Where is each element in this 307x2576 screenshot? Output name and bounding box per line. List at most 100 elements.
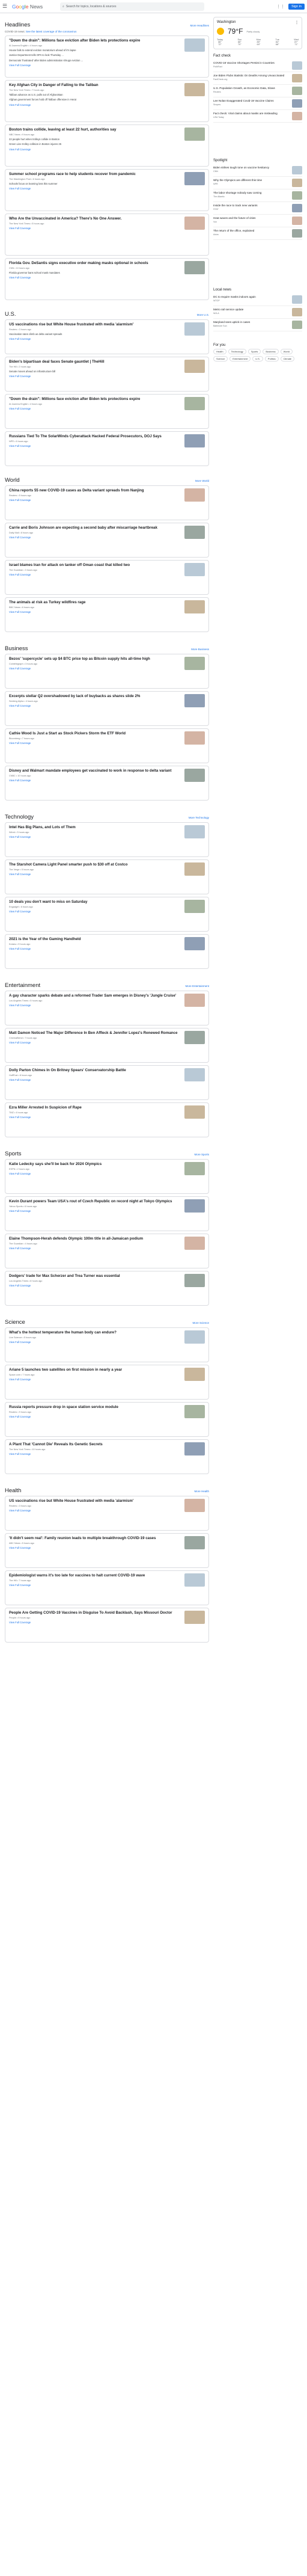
story-title[interactable]: Key Afghan City in Danger of Falling to … [9, 83, 99, 88]
story-image[interactable] [184, 825, 205, 838]
side-item-title[interactable]: DC to require masks indoors again [213, 295, 256, 299]
story-image[interactable] [184, 1442, 205, 1456]
full-coverage-link[interactable]: View Full Coverage [9, 1004, 176, 1007]
full-coverage-link[interactable]: View Full Coverage [9, 1116, 82, 1119]
full-coverage-link[interactable]: View Full Coverage [9, 779, 171, 782]
more-link[interactable]: More Business [191, 648, 209, 651]
full-coverage-link[interactable]: View Full Coverage [9, 103, 99, 106]
full-coverage-link[interactable]: View Full Coverage [9, 1621, 172, 1624]
story-image[interactable] [184, 217, 205, 230]
story-title[interactable]: Ezra Miller Arrested In Suspicion of Rap… [9, 1105, 82, 1110]
story-image[interactable] [184, 83, 205, 96]
side-item-title[interactable]: The return of the office, explained [213, 229, 254, 233]
side-item-title[interactable]: Lee Nolan Exaggerated Covid-19 Vaccine C… [213, 99, 274, 103]
full-coverage-link[interactable]: View Full Coverage [9, 667, 150, 670]
story-image[interactable] [184, 128, 205, 141]
weather-card[interactable]: Washington ⋮ 79°F Partly cloudy Today 86° 72° S… [213, 17, 302, 49]
related-story[interactable]: Vaccination rates climb as delta variant… [9, 333, 133, 336]
full-coverage-link[interactable]: View Full Coverage [9, 1247, 143, 1250]
story-title[interactable]: "Down the drain": Millions face eviction… [9, 397, 140, 402]
full-coverage-link[interactable]: View Full Coverage [9, 64, 140, 67]
related-story[interactable]: Taliban advance as U.S. pulls out of Afg… [9, 93, 99, 96]
story-image[interactable] [184, 488, 205, 502]
topic-chip[interactable]: Entertainment [229, 356, 251, 361]
story-title[interactable]: People Are Getting COVID-19 Vaccines in … [9, 1611, 172, 1615]
story-title[interactable]: Excerpts stellar Q2 overshadowed by lack… [9, 694, 140, 699]
story-image[interactable] [184, 1499, 205, 1512]
story-image[interactable] [184, 1237, 205, 1250]
full-coverage-link[interactable]: View Full Coverage [9, 187, 136, 190]
side-item[interactable]: Why the Olympics are different this time… [213, 177, 302, 189]
story-title[interactable]: US vaccinations rise but White House fru… [9, 322, 133, 327]
side-item-title[interactable]: Heat waves and the future of cities [213, 217, 255, 220]
story-title[interactable]: Disney and Walmart mandate employees get… [9, 769, 171, 773]
story-title[interactable]: Intel Has Big Plans, and Lots of Them [9, 825, 76, 830]
story-title[interactable]: Dodgers' trade for Max Scherzer and Trea… [9, 1274, 120, 1279]
full-coverage-link[interactable]: View Full Coverage [9, 1284, 120, 1287]
story-title[interactable]: The Starshot Camera Light Panel smarter … [9, 862, 127, 867]
related-story[interactable]: Green Line trolley collision in Boston i… [9, 143, 116, 146]
side-item-title[interactable]: COVID-19 Vaccine Shortages Persist in Co… [213, 61, 275, 65]
full-coverage-link[interactable]: View Full Coverage [9, 1341, 117, 1344]
full-coverage-link[interactable]: View Full Coverage [9, 1452, 103, 1456]
story-image[interactable] [184, 172, 205, 185]
story-title[interactable]: A Plant That 'Cannot Die' Reveals Its Ge… [9, 1442, 103, 1447]
story-title[interactable]: What's the hottest temperature the human… [9, 1330, 117, 1335]
story-title[interactable]: Who Are the Unvaccinated in America? The… [9, 217, 121, 221]
full-coverage-link[interactable]: View Full Coverage [9, 1584, 145, 1587]
sign-in-button[interactable]: Sign in [288, 3, 305, 10]
related-story[interactable]: Afghan government forces hold off Taliba… [9, 98, 99, 101]
related-story[interactable]: 22 people hurt when trolleys collide in … [9, 138, 116, 141]
topic-chip[interactable]: Technology [228, 349, 246, 354]
full-coverage-link[interactable]: View Full Coverage [9, 337, 133, 340]
side-item-title[interactable]: U.S. Population Growth, as Economic Data… [213, 87, 275, 90]
full-coverage-link[interactable]: View Full Coverage [9, 536, 157, 539]
more-link[interactable]: More World [195, 479, 209, 482]
full-coverage-link[interactable]: View Full Coverage [9, 1041, 177, 1044]
side-item[interactable]: Inside the race to track new variants STA… [213, 202, 302, 215]
more-link[interactable]: More Technology [189, 816, 209, 819]
full-coverage-link[interactable]: View Full Coverage [9, 375, 105, 378]
story-image[interactable] [184, 1368, 205, 1381]
story-title[interactable]: Russia reports pressure drop in space st… [9, 1405, 118, 1410]
story-image[interactable] [184, 1031, 205, 1044]
story-title[interactable]: Boston trains collide, leaving at least … [9, 128, 116, 132]
topic-chip[interactable]: Business [263, 349, 279, 354]
story-title[interactable]: Russians Tied To The SolarWinds Cyberatt… [9, 434, 162, 439]
story-image[interactable] [184, 261, 205, 274]
side-item-title[interactable]: Maryland sees uptick in cases [213, 321, 250, 324]
story-title[interactable]: Biden's bipartisan deal faces Senate gau… [9, 360, 105, 364]
story-image[interactable] [184, 1162, 205, 1175]
story-image[interactable] [184, 526, 205, 539]
side-item[interactable]: Joe Biden Flubs Statistic On Deaths Amon… [213, 72, 302, 85]
related-story[interactable]: Florida governor bans school mask mandat… [9, 271, 148, 274]
story-title[interactable]: Bezos' 'supercycle' sets up $4 BTC price… [9, 657, 150, 662]
full-coverage-link[interactable]: View Full Coverage [9, 1546, 156, 1549]
full-coverage-link[interactable]: View Full Coverage [9, 835, 76, 838]
side-item-title[interactable]: Metro rail service update [213, 308, 243, 312]
side-item[interactable]: U.S. Population Growth, as Economic Data… [213, 85, 302, 97]
story-title[interactable]: Dolly Parton Chimes In On Britney Spears… [9, 1068, 126, 1073]
full-coverage-link[interactable]: View Full Coverage [9, 1210, 172, 1213]
full-coverage-link[interactable]: View Full Coverage [9, 947, 81, 950]
full-coverage-link[interactable]: View Full Coverage [9, 573, 130, 576]
related-story[interactable]: Schools focus on learning loss this summ… [9, 182, 136, 185]
story-image[interactable] [184, 1330, 205, 1344]
topic-chip[interactable]: Politics [264, 356, 279, 361]
more-link[interactable]: More Sports [194, 1153, 209, 1156]
more-link[interactable]: More Entertainment [185, 985, 209, 988]
side-item-title[interactable]: Joe Biden Flubs Statistic On Deaths Amon… [213, 74, 284, 78]
weather-more-icon[interactable]: ⋮ [295, 20, 299, 25]
story-title[interactable]: China reports 55 new COVID-19 cases as D… [9, 488, 144, 493]
story-image[interactable] [184, 38, 205, 52]
side-item-title[interactable]: Fact check: Viral claims about masks are… [213, 112, 278, 115]
story-image[interactable] [184, 994, 205, 1007]
more-link[interactable]: More Headlines [190, 24, 209, 27]
full-coverage-link[interactable]: View Full Coverage [9, 704, 140, 707]
story-image[interactable] [184, 1536, 205, 1549]
side-item[interactable]: COVID-19 Vaccine Shortages Persist in Co… [213, 60, 302, 72]
story-title[interactable]: A gay character sparks debate and a refo… [9, 994, 176, 998]
story-image[interactable] [184, 397, 205, 410]
more-link[interactable]: More U.S. [197, 313, 209, 316]
related-story[interactable]: Democrats 'frustrated' after Biden admin… [9, 59, 140, 62]
